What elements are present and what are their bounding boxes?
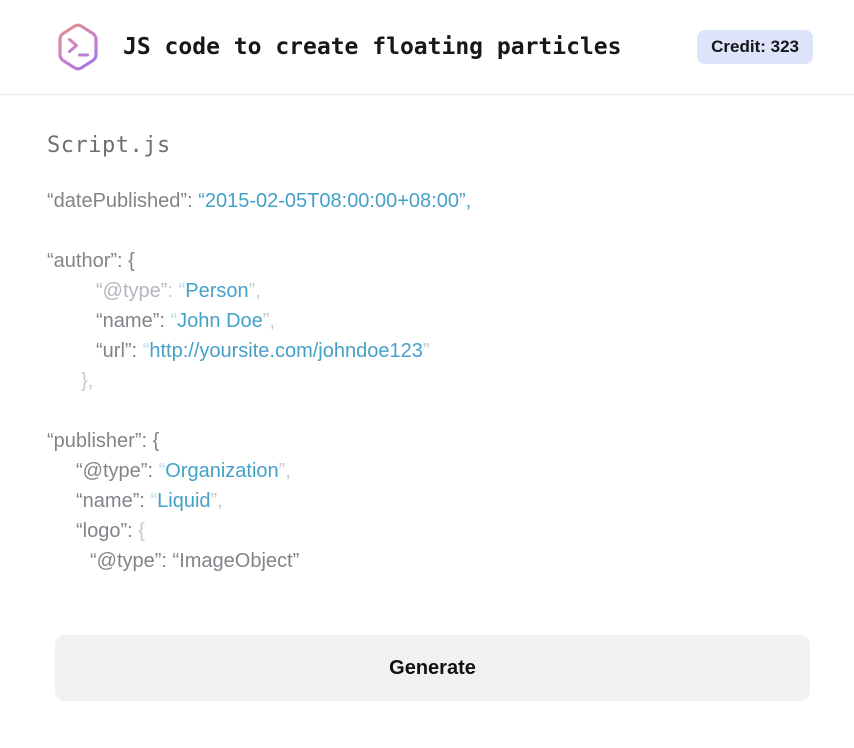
terminal-prompt-hexagon-icon: [55, 21, 101, 73]
generate-button[interactable]: Generate: [55, 635, 810, 701]
filename-label: Script.js: [47, 133, 171, 158]
code-token: },: [81, 370, 94, 392]
code-line: “name”: “Liquid”,: [47, 486, 808, 516]
code-token: “name”: [76, 490, 140, 512]
code-token: “datePublished”:: [47, 190, 199, 212]
code-token: :: [167, 280, 179, 302]
code-line: “@type”: “ImageObject”: [47, 546, 808, 576]
code-token: “url”: [96, 340, 132, 362]
code-token: {: [138, 520, 145, 542]
code-line: “@type”: “Organization”,: [47, 456, 808, 486]
main-content: Script.js “datePublished”: “2015-02-05T0…: [0, 95, 854, 701]
page-title: JS code to create floating particles: [123, 34, 622, 60]
code-token: ”,: [262, 310, 275, 332]
code-token: “name”: [96, 310, 160, 332]
code-token: Liquid: [157, 490, 211, 512]
code-token: :: [131, 340, 143, 362]
code-token: “@type”: [76, 460, 148, 482]
code-line: “url”: “http://yoursite.com/johndoe123”: [47, 336, 808, 366]
code-token: http://yoursite.com/johndoe123: [149, 340, 423, 362]
code-token: :: [127, 520, 139, 542]
code-line: “name”: “John Doe”,: [47, 306, 808, 336]
code-line: “logo”: {: [47, 516, 808, 546]
code-token: ”: [422, 340, 430, 362]
code-line: “datePublished”: “2015-02-05T08:00:00+08…: [47, 186, 808, 216]
code-token: ”,: [248, 280, 261, 302]
code-token: “logo”: [76, 520, 128, 542]
code-block: “datePublished”: “2015-02-05T08:00:00+08…: [47, 186, 808, 576]
code-line: },: [47, 366, 808, 396]
code-token: Person: [185, 280, 249, 302]
code-token: ”,: [278, 460, 291, 482]
code-token: “@type”: “ImageObject”: [90, 550, 300, 572]
code-line: “@type”: “Person”,: [47, 276, 808, 306]
code-line: “publisher”: {: [47, 426, 808, 456]
code-token: :: [147, 460, 159, 482]
code-token: ”,: [210, 490, 223, 512]
code-token: John Doe: [177, 310, 263, 332]
credit-badge: Credit: 323: [697, 30, 813, 64]
code-token: “author”: {: [47, 250, 135, 272]
code-line: “author”: {: [47, 246, 808, 276]
code-token: “2015-02-05T08:00:00+08:00”,: [198, 190, 472, 212]
code-token: Organization: [165, 460, 279, 482]
code-token: “@type”: [96, 280, 168, 302]
code-token: :: [159, 310, 171, 332]
code-token: “publisher”: {: [47, 430, 160, 452]
header: JS code to create floating particles Cre…: [0, 0, 854, 95]
code-token: :: [139, 490, 151, 512]
